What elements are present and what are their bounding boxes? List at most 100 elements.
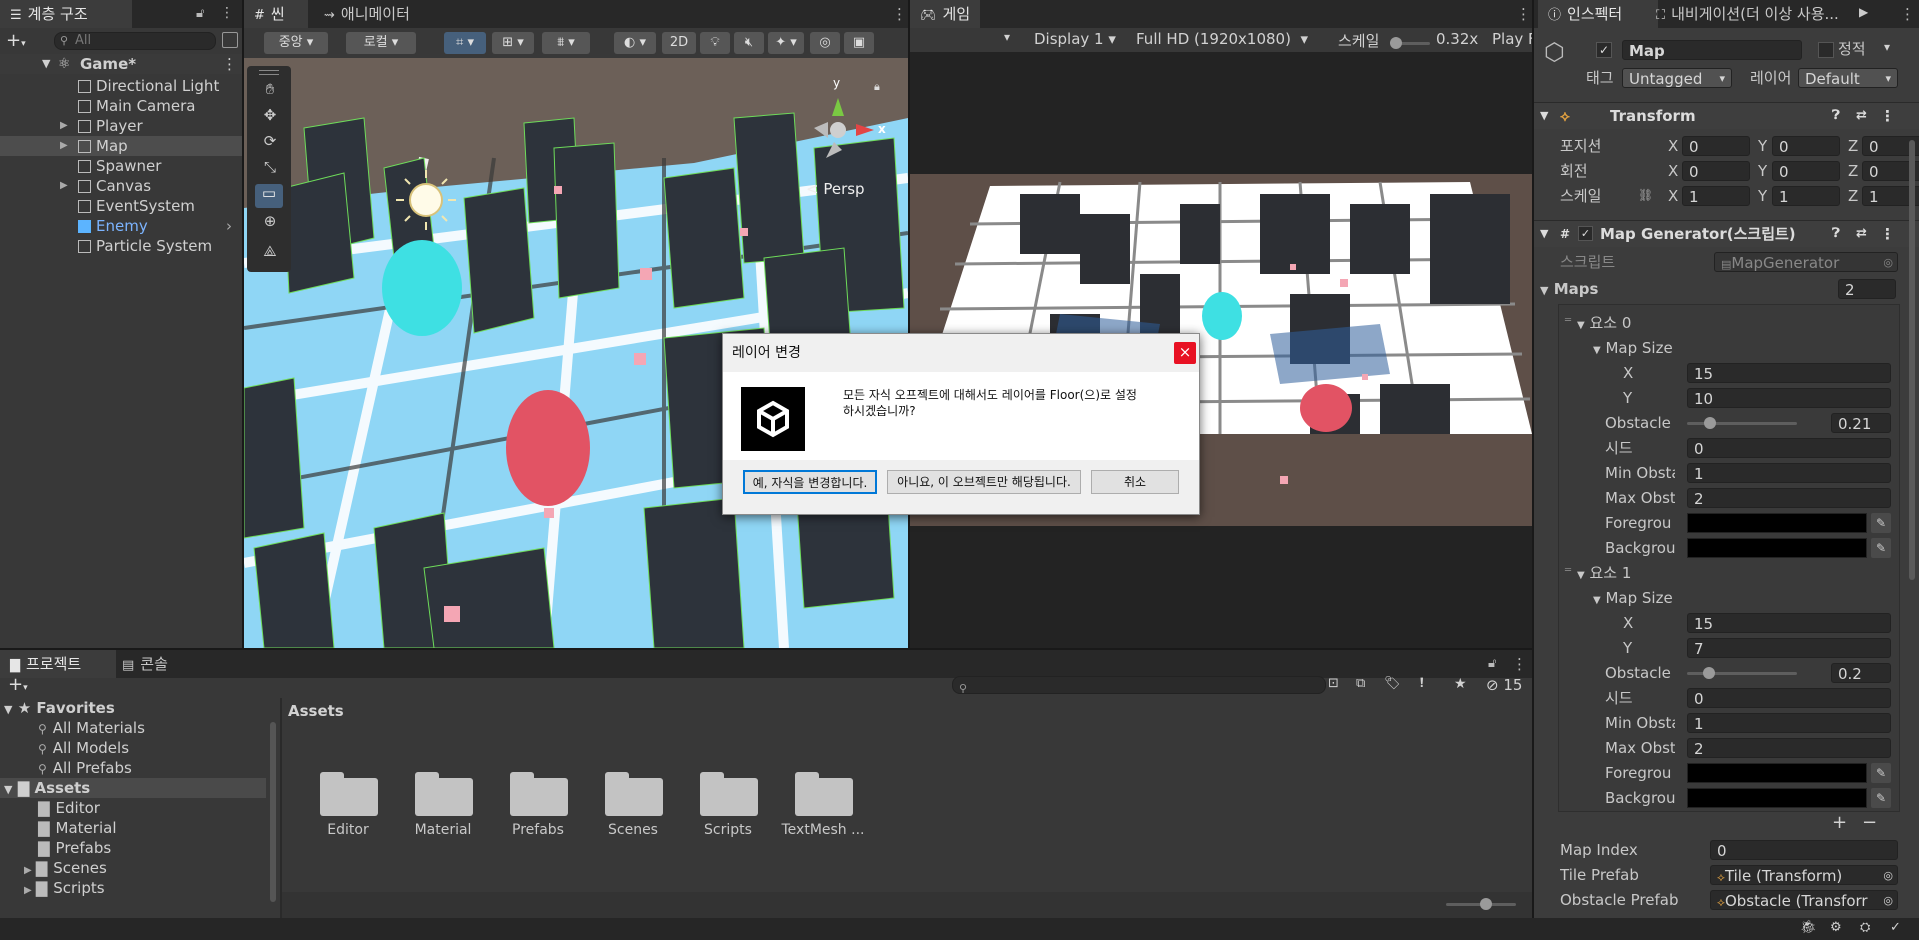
help-icon[interactable]: ❓︎ — [1832, 103, 1840, 129]
assets-header[interactable]: ▼ ▇ Assets — [0, 778, 266, 798]
tab-hierarchy[interactable]: ☰ 계층 구조 — [0, 0, 132, 28]
remove-element-button[interactable]: − — [1862, 812, 1877, 833]
axis-label-y[interactable]: Y — [1758, 161, 1767, 181]
preset-icon[interactable]: ⇄ — [1856, 103, 1867, 129]
folder-label[interactable]: TextMesh ... — [775, 822, 871, 838]
map-size-x-field[interactable]: 15 — [1687, 363, 1891, 383]
help-icon[interactable]: ❓︎ — [1832, 221, 1840, 247]
folder-icon[interactable] — [413, 768, 473, 816]
check-icon[interactable]: ✓ — [1890, 920, 1901, 935]
rect-tool-icon[interactable]: ▭ — [255, 184, 283, 208]
project-lock-icon[interactable]: 🔓︎ — [1488, 656, 1496, 671]
expand-arrow-icon[interactable]: ▶ — [60, 116, 68, 136]
constrain-proportions-icon[interactable]: ⛓ — [1638, 188, 1653, 202]
expand-arrow-icon[interactable]: ▶ — [24, 865, 32, 876]
hierarchy-item[interactable]: Particle System — [0, 236, 242, 256]
background-color-swatch[interactable] — [1687, 538, 1867, 558]
static-dropdown-icon[interactable]: ▾ — [1884, 40, 1890, 54]
background-color-swatch[interactable] — [1687, 788, 1867, 808]
hierarchy-search-input[interactable]: ⚲ All — [54, 32, 216, 50]
hidden-packages-toggle[interactable]: ⊘ 15 — [1486, 676, 1522, 694]
favorite-item[interactable]: ⚲ All Prefabs — [38, 758, 132, 778]
map-size-y-field[interactable]: 10 — [1687, 388, 1891, 408]
transform-y-field[interactable]: 0 — [1772, 161, 1840, 181]
asset-tree-item[interactable]: ▶ ▇ Scripts — [24, 878, 105, 898]
obstacle-prefab-field[interactable]: ⟡Obstacle (Transforr ◎ — [1710, 890, 1898, 910]
tab-inspector[interactable]: ⓘ 인스펙터 — [1538, 0, 1658, 28]
transform-x-field[interactable]: 1 — [1682, 186, 1750, 206]
shading-mode-button[interactable]: ◐ ▾ — [614, 32, 656, 54]
audio-toggle[interactable]: 🔇︎ — [734, 32, 764, 54]
lock-icon[interactable]: 🔓︎ — [196, 6, 204, 21]
tab-animator[interactable]: ⇝ 애니메이터 — [314, 0, 420, 28]
folder-icon[interactable] — [318, 768, 378, 816]
mode-2d-button[interactable]: 2D — [662, 32, 696, 54]
scale-tool-icon[interactable]: ⤡ — [257, 158, 283, 180]
scene-more-icon[interactable]: ⋮ — [892, 5, 907, 23]
axis-label-x[interactable]: X — [1668, 136, 1678, 156]
prefab-open-arrow-icon[interactable]: › — [226, 216, 232, 236]
move-tool-icon[interactable]: ✥ — [257, 106, 283, 128]
dialog-yes-button[interactable]: 예, 자식을 변경합니다. — [743, 470, 877, 494]
obstacle-value-field[interactable]: 0.21 — [1831, 413, 1891, 433]
element-header[interactable]: ▼ 요소 0 — [1577, 313, 1631, 333]
folder-label[interactable]: Scenes — [585, 822, 681, 838]
eyedropper-icon[interactable]: ✎ — [1871, 513, 1891, 533]
object-name-field[interactable]: Map — [1622, 40, 1802, 60]
play-mode-dropdown[interactable]: Play F — [1492, 30, 1532, 48]
star-icon[interactable]: ★ — [1454, 676, 1467, 692]
custom-tool-icon[interactable]: ⟁ — [257, 242, 283, 264]
more-menu-icon[interactable]: ⋮ — [220, 5, 234, 21]
obstacle-value-field[interactable]: 0.2 — [1831, 663, 1891, 683]
hierarchy-item[interactable]: ▶ Map — [0, 136, 242, 156]
icon-size-slider-knob[interactable] — [1480, 898, 1492, 910]
drag-handle-icon[interactable]: ═ — [1565, 315, 1571, 326]
component-menu-icon[interactable]: ⋮ — [1880, 103, 1895, 129]
dialog-close-button[interactable]: × — [1174, 342, 1196, 364]
eyedropper-icon[interactable]: ✎ — [1871, 763, 1891, 783]
preset-icon[interactable]: ⇄ — [1856, 221, 1867, 247]
scale-slider-knob[interactable] — [1390, 37, 1402, 49]
hierarchy-item[interactable]: Main Camera — [0, 96, 242, 116]
tab-game[interactable]: 🎮︎ 게임 — [910, 0, 980, 28]
effects-toggle[interactable]: ✦ ▾ — [768, 32, 804, 54]
axis-label-x[interactable]: X — [1668, 161, 1678, 181]
hierarchy-item[interactable]: Directional Light — [0, 76, 242, 96]
max-obstacle-field[interactable]: 2 — [1687, 738, 1891, 758]
transform-header[interactable]: ▼ ⟡ Transform ❓︎ ⇄ ⋮ — [1534, 102, 1919, 129]
folder-icon[interactable] — [793, 768, 853, 816]
palette-handle[interactable] — [259, 70, 279, 75]
component-enabled-checkbox[interactable]: ✓ — [1578, 226, 1593, 241]
map-generator-header[interactable]: ▼ # ✓ Map Generator(스크립트) ❓︎ ⇄ ⋮ — [1534, 220, 1919, 247]
axis-label-z[interactable]: Z — [1848, 136, 1858, 156]
dialog-cancel-button[interactable]: 취소 — [1091, 470, 1179, 494]
resolution-dropdown[interactable]: Full HD (1920x1080) ▾ — [1136, 30, 1308, 48]
transform-y-field[interactable]: 1 — [1772, 186, 1840, 206]
hierarchy-item[interactable]: Spawner — [0, 156, 242, 176]
favorites-header[interactable]: ▼ ★ Favorites — [4, 698, 115, 718]
asset-tree-item[interactable]: ▶ ▇ Scenes — [24, 858, 107, 878]
min-obstacle-field[interactable]: 1 — [1687, 713, 1891, 733]
expand-arrow-icon[interactable]: ▶ — [60, 136, 68, 156]
assets-breadcrumb[interactable]: Assets — [288, 702, 344, 720]
project-add-button[interactable]: +▾ — [8, 674, 28, 695]
project-search-input[interactable]: ⚲ — [952, 676, 1326, 694]
favorite-item[interactable]: ⚲ All Materials — [38, 718, 145, 738]
tab-console[interactable]: ▤ 콘솔 — [112, 650, 178, 678]
gizmos-toggle[interactable]: ▣ — [844, 32, 874, 54]
map-size-header[interactable]: ▼ Map Size — [1593, 588, 1673, 608]
folder-label[interactable]: Scripts — [680, 822, 776, 838]
space-dropdown[interactable]: 로컬 ▾ — [346, 32, 416, 54]
warning-icon[interactable]: ❗︎ — [1420, 676, 1424, 691]
folder-icon[interactable] — [508, 768, 568, 816]
seed-field[interactable]: 0 — [1687, 438, 1891, 458]
grid-visibility-button[interactable]: ⩩ ▾ — [542, 32, 590, 54]
snap-increment-button[interactable]: ⊞ ▾ — [492, 32, 534, 54]
persp-label[interactable]: < Persp — [806, 180, 865, 198]
hierarchy-item[interactable]: ▶ Player — [0, 116, 242, 136]
obstacle-slider-knob[interactable] — [1704, 417, 1716, 429]
folder-label[interactable]: Material — [395, 822, 491, 838]
transform-y-field[interactable]: 0 — [1772, 136, 1840, 156]
axis-label-y[interactable]: Y — [1758, 136, 1767, 156]
scene-root[interactable]: ▼ ⚛ Game* ⋮ — [0, 54, 242, 74]
